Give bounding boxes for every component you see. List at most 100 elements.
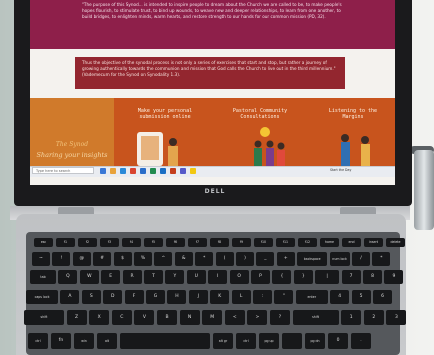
key-4[interactable]: 4 — [330, 290, 350, 304]
key--[interactable]: > — [247, 310, 268, 325]
key-home[interactable]: home — [320, 238, 339, 247]
key-ctrl[interactable]: ctrl — [236, 333, 256, 349]
key-shift[interactable]: shift — [24, 310, 64, 325]
key-1[interactable]: 1 — [341, 310, 362, 325]
key--[interactable]: { — [272, 270, 292, 284]
key-q[interactable]: Q — [58, 270, 78, 284]
key--[interactable]: " — [274, 290, 294, 304]
key-caps-lock[interactable]: caps lock — [26, 290, 58, 304]
key-5[interactable]: 5 — [351, 290, 371, 304]
key--[interactable]: . — [351, 333, 371, 349]
task-view-icon[interactable] — [100, 168, 106, 174]
word-icon[interactable] — [140, 168, 146, 174]
key-k[interactable]: K — [210, 290, 230, 304]
key-f[interactable]: F — [124, 290, 144, 304]
edge-icon[interactable] — [120, 168, 126, 174]
system-tray[interactable]: Start the Day — [330, 167, 392, 174]
key--[interactable]: ~ — [32, 252, 50, 266]
key--[interactable]: _ — [256, 252, 275, 266]
key-f9[interactable]: f9 — [232, 238, 251, 247]
file-explorer-icon[interactable] — [110, 168, 116, 174]
key--[interactable]: @ — [72, 252, 91, 266]
key-alt[interactable]: alt — [97, 333, 117, 349]
key--[interactable]: / — [352, 252, 370, 266]
key--[interactable]: * — [195, 252, 214, 266]
key--[interactable]: ^ — [154, 252, 173, 266]
key-3[interactable]: 3 — [386, 310, 407, 325]
key-0[interactable]: 0 — [328, 333, 348, 349]
key-m[interactable]: M — [202, 310, 223, 325]
key-w[interactable]: W — [79, 270, 99, 284]
key--[interactable]: % — [134, 252, 152, 266]
key-n[interactable]: N — [179, 310, 200, 325]
key-shift[interactable]: shift — [292, 310, 339, 325]
key-9[interactable]: 9 — [384, 270, 404, 284]
key--[interactable]: ! — [52, 252, 71, 266]
key-end[interactable]: end — [342, 238, 361, 247]
key-f10[interactable]: f10 — [254, 238, 273, 247]
key--[interactable]: : — [253, 290, 272, 304]
taskbar-search-input[interactable]: Type here to search — [32, 167, 94, 174]
key-f3[interactable]: f3 — [100, 238, 119, 247]
key-f4[interactable]: f4 — [122, 238, 141, 247]
key--[interactable]: $ — [113, 252, 132, 266]
key-p[interactable]: P — [251, 270, 270, 284]
key-num-lock[interactable]: num lock — [329, 252, 350, 266]
key-y[interactable]: Y — [165, 270, 185, 284]
key-fn[interactable]: fn — [51, 333, 71, 349]
key-f6[interactable]: f6 — [166, 238, 185, 247]
powerpoint-icon[interactable] — [170, 168, 176, 174]
key--[interactable]: ? — [270, 310, 290, 325]
key--[interactable]: < — [224, 310, 245, 325]
key-f12[interactable]: f12 — [298, 238, 317, 247]
key-t[interactable]: T — [144, 270, 163, 284]
key-d[interactable]: D — [103, 290, 123, 304]
excel-icon[interactable] — [150, 168, 156, 174]
key-tab[interactable]: tab — [30, 270, 56, 284]
key--[interactable]: ( — [215, 252, 234, 266]
key-win[interactable]: win — [74, 333, 94, 349]
key-pg-up[interactable]: pg up — [259, 333, 279, 349]
key-x[interactable]: X — [89, 310, 110, 325]
key-a[interactable]: A — [60, 290, 80, 304]
key-h[interactable]: H — [167, 290, 187, 304]
key-c[interactable]: C — [111, 310, 132, 325]
key-f11[interactable]: f11 — [276, 238, 295, 247]
key-u[interactable]: U — [186, 270, 206, 284]
key-delete[interactable]: delete — [386, 238, 405, 247]
key--[interactable]: | — [315, 270, 340, 284]
key--[interactable]: } — [293, 270, 313, 284]
teams-icon[interactable] — [180, 168, 186, 174]
key--[interactable]: & — [174, 252, 193, 266]
key-space[interactable] — [120, 333, 210, 349]
key-6[interactable]: 6 — [373, 290, 392, 304]
key-backspace[interactable]: backspace — [297, 252, 328, 266]
key-i[interactable]: I — [208, 270, 228, 284]
key-f7[interactable]: f7 — [188, 238, 207, 247]
key-ctrl[interactable]: ctrl — [28, 333, 48, 349]
key-l[interactable]: L — [231, 290, 251, 304]
key-7[interactable]: 7 — [341, 270, 361, 284]
key-f1[interactable]: f1 — [56, 238, 75, 247]
key-insert[interactable]: insert — [364, 238, 383, 247]
key-b[interactable]: B — [157, 310, 177, 325]
key-pg-dn[interactable]: pg dn — [305, 333, 325, 349]
key-enter[interactable]: enter — [295, 290, 328, 304]
key-space[interactable] — [282, 333, 302, 349]
key-g[interactable]: G — [146, 290, 165, 304]
key--[interactable]: # — [93, 252, 112, 266]
chrome-icon[interactable] — [190, 168, 196, 174]
key-o[interactable]: O — [229, 270, 249, 284]
key-f5[interactable]: f5 — [144, 238, 163, 247]
key--[interactable]: * — [372, 252, 391, 266]
key-f8[interactable]: f8 — [210, 238, 229, 247]
key-r[interactable]: R — [122, 270, 142, 284]
key-esc[interactable]: esc — [34, 238, 53, 247]
key--[interactable]: ) — [236, 252, 254, 266]
key-alt-gr[interactable]: alt gr — [213, 333, 233, 349]
key--[interactable]: + — [276, 252, 295, 266]
key-8[interactable]: 8 — [363, 270, 382, 284]
office-icon[interactable] — [130, 168, 136, 174]
key-j[interactable]: J — [188, 290, 208, 304]
key-f2[interactable]: f2 — [78, 238, 97, 247]
